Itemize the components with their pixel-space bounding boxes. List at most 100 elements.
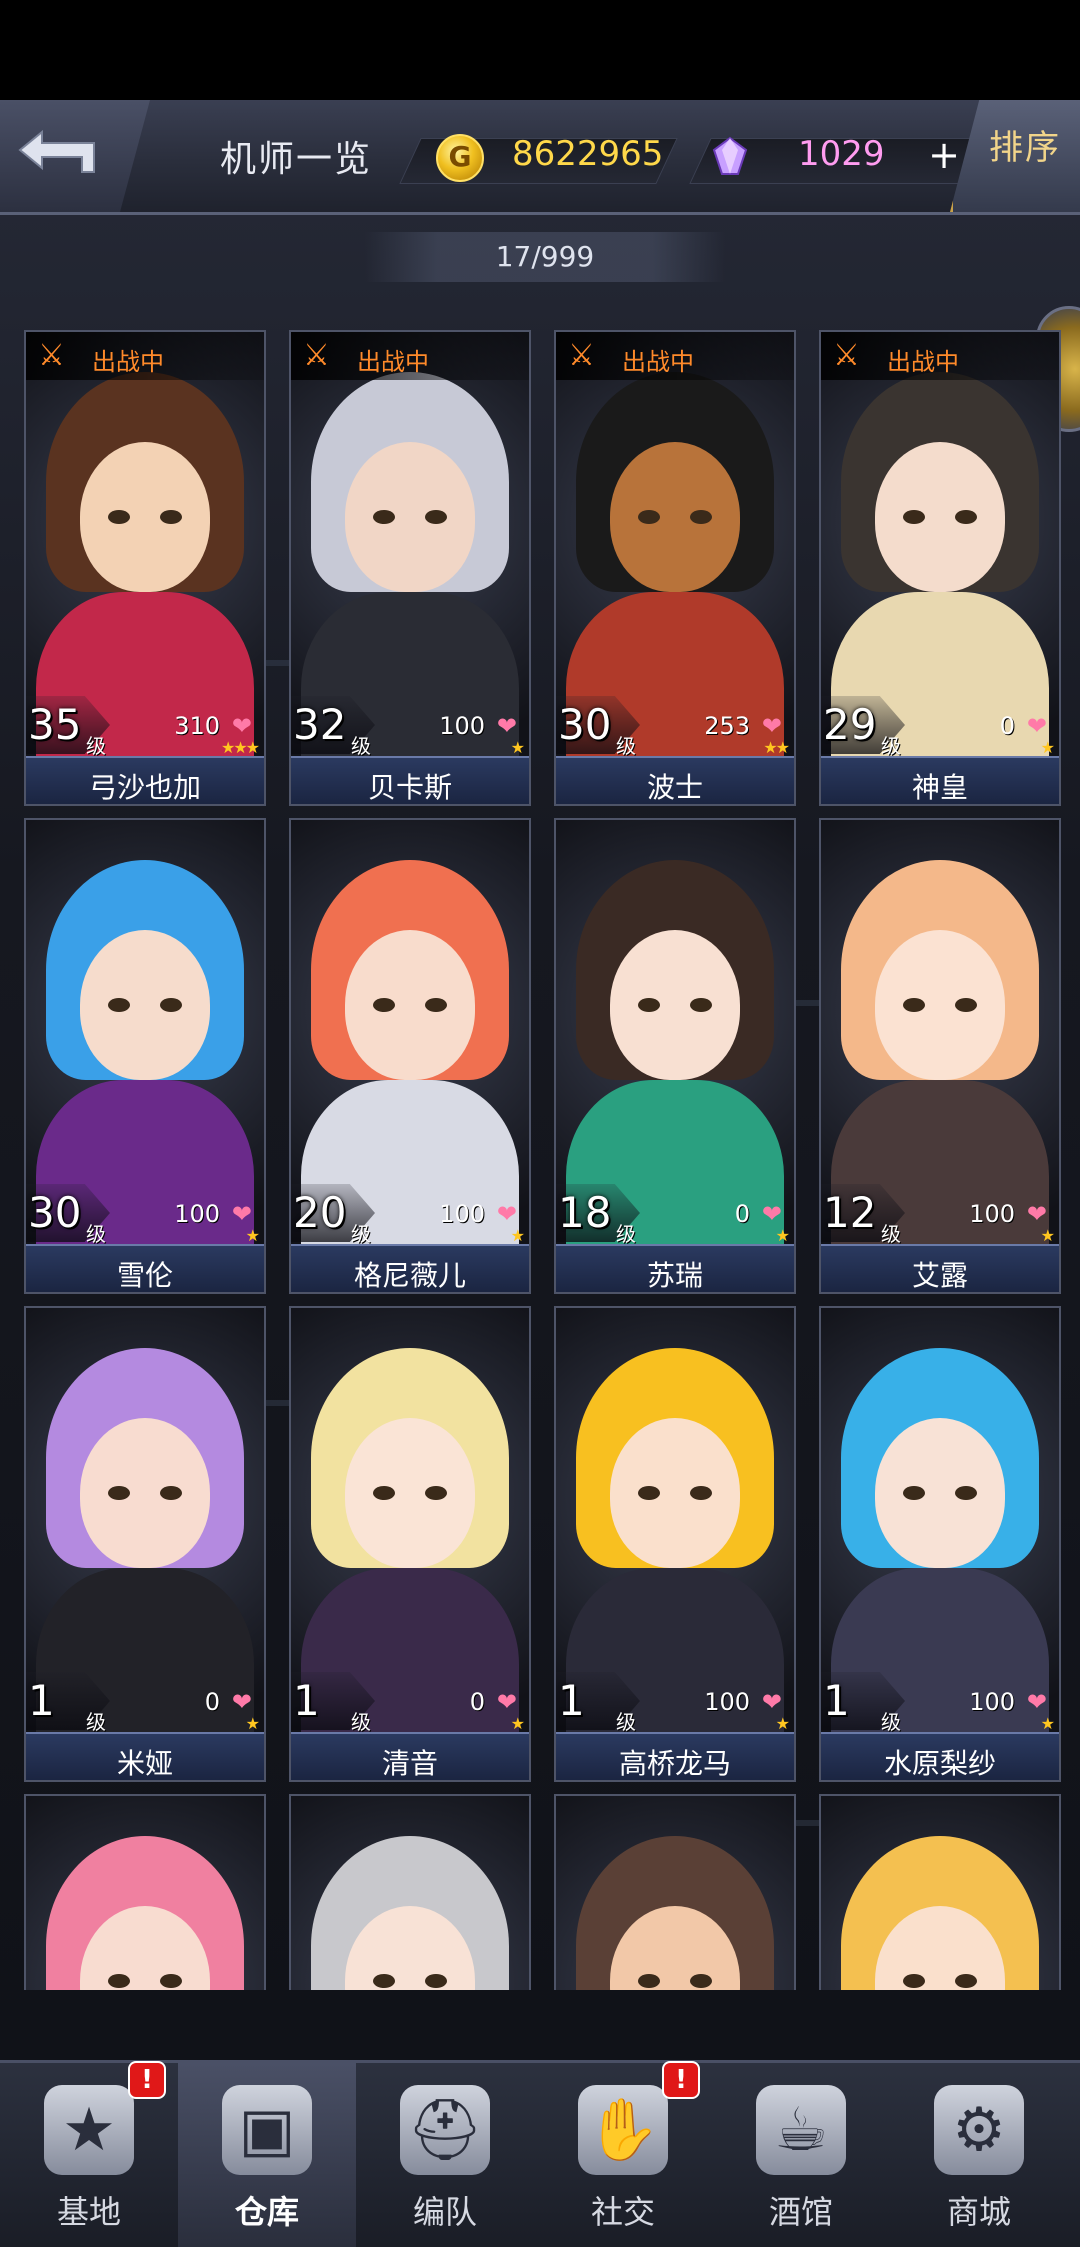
base-star-icon: ★ xyxy=(44,2085,134,2175)
heart-icon: ❤ xyxy=(1026,1688,1047,1716)
rarity-stars: ★★ xyxy=(763,738,790,757)
level-suffix: 级 xyxy=(86,1222,106,1246)
nav-label: 基地 xyxy=(56,2193,121,2231)
pilot-name: 艾露 xyxy=(911,1259,968,1292)
pilot-level: 32 xyxy=(293,700,347,749)
pilot-trust: 0 xyxy=(999,712,1015,740)
pilot-name-bar: 雪伦 xyxy=(26,1244,264,1292)
pilot-card[interactable]: 1 级 0 ❤ ★ 清音 xyxy=(289,1306,531,1782)
pilot-trust: 0 xyxy=(469,1688,485,1716)
pilot-card[interactable] xyxy=(554,1794,796,1990)
nav-item-beer-mug[interactable]: ☕ 酒馆 xyxy=(712,2063,890,2247)
crossed-swords-icon: ⚔ xyxy=(303,338,330,373)
nav-label: 社交 xyxy=(590,2193,655,2231)
deployed-label: 出战中 xyxy=(622,348,694,376)
rarity-stars: ★★★ xyxy=(220,738,260,757)
nav-label: 编队 xyxy=(412,2193,477,2231)
pilot-level: 35 xyxy=(28,700,82,749)
rarity-stars: ★ xyxy=(245,1714,260,1733)
pilot-name: 弓沙也加 xyxy=(88,771,201,804)
pilot-level: 1 xyxy=(293,1676,320,1725)
nav-item-warehouse-box[interactable]: ▣ 仓库 xyxy=(178,2063,356,2247)
heart-icon: ❤ xyxy=(496,1200,517,1228)
pilot-name-bar: 艾露 xyxy=(821,1244,1059,1292)
nav-label: 酒馆 xyxy=(768,2193,833,2231)
pilot-card[interactable]: 30 级 100 ❤ ★ 雪伦 xyxy=(24,818,266,1294)
pilot-level: 12 xyxy=(823,1188,877,1237)
pilot-card[interactable]: 18 级 0 ❤ ★ 苏瑞 xyxy=(554,818,796,1294)
heart-icon: ❤ xyxy=(761,1200,782,1228)
back-button[interactable] xyxy=(0,100,150,212)
pilot-trust: 100 xyxy=(704,1688,750,1716)
heart-icon: ❤ xyxy=(1026,1200,1047,1228)
pilot-level: 29 xyxy=(823,700,877,749)
level-suffix: 级 xyxy=(881,1710,901,1734)
back-arrow-icon xyxy=(18,129,95,173)
level-suffix: 级 xyxy=(616,1222,636,1246)
pilot-card[interactable] xyxy=(819,1794,1061,1990)
level-suffix: 级 xyxy=(86,1710,106,1734)
level-suffix: 级 xyxy=(881,734,901,758)
notification-badge: ! xyxy=(128,2061,166,2099)
add-crystal-button[interactable]: + xyxy=(924,136,964,176)
heart-icon: ❤ xyxy=(231,712,252,740)
pilot-card[interactable]: 1 级 0 ❤ ★ 米娅 xyxy=(24,1306,266,1782)
pilot-count: 17/999 xyxy=(495,240,595,273)
page-title: 机师一览 xyxy=(220,139,373,180)
sort-button[interactable]: 排序 xyxy=(950,100,1080,212)
pilot-name-bar: 苏瑞 xyxy=(556,1244,794,1292)
pilot-trust: 0 xyxy=(204,1688,220,1716)
pilot-trust: 100 xyxy=(439,1200,485,1228)
pilot-card[interactable] xyxy=(24,1794,266,1990)
top-bar: 机师一览 G 8622965 1029 + 排序 xyxy=(0,100,1080,215)
gold-amount: 8622965 xyxy=(512,134,664,174)
heart-icon: ❤ xyxy=(761,1688,782,1716)
rarity-stars: ★ xyxy=(245,1226,260,1245)
rarity-stars: ★ xyxy=(1040,738,1055,757)
pilot-card[interactable]: ⚔ 出战中 35 级 310 ❤ ★★★ 弓沙也加 xyxy=(24,330,266,806)
pilot-trust: 100 xyxy=(969,1688,1015,1716)
pilot-name-bar: 高桥龙马 xyxy=(556,1732,794,1780)
level-suffix: 级 xyxy=(616,1710,636,1734)
pilot-level: 30 xyxy=(558,700,612,749)
pilot-name-bar: 清音 xyxy=(291,1732,529,1780)
pilot-trust: 0 xyxy=(734,1200,750,1228)
level-suffix: 级 xyxy=(616,734,636,758)
pilot-name: 波士 xyxy=(646,771,703,804)
level-suffix: 级 xyxy=(881,1222,901,1246)
nav-item-mech-helmet[interactable]: ⛑ 编队 xyxy=(356,2063,534,2247)
pilot-portrait xyxy=(556,1796,794,1990)
rarity-stars: ★ xyxy=(775,1226,790,1245)
pilot-card[interactable]: 12 级 100 ❤ ★ 艾露 xyxy=(819,818,1061,1294)
rarity-stars: ★ xyxy=(510,1714,525,1733)
crystal-icon xyxy=(712,136,748,175)
nav-item-handshake[interactable]: ✋ 社交! xyxy=(534,2061,712,2247)
pilot-level: 18 xyxy=(558,1188,612,1237)
pilot-card[interactable]: ⚔ 出战中 32 级 100 ❤ ★ 贝卡斯 xyxy=(289,330,531,806)
rarity-stars: ★ xyxy=(510,738,525,757)
pilot-card[interactable]: 1 级 100 ❤ ★ 水原梨纱 xyxy=(819,1306,1061,1782)
nav-item-shop-gear[interactable]: ⚙ 商城 xyxy=(890,2063,1068,2247)
warehouse-box-icon: ▣ xyxy=(222,2085,312,2175)
pilot-card[interactable]: 20 级 100 ❤ ★ 格尼薇儿 xyxy=(289,818,531,1294)
shop-gear-icon: ⚙ xyxy=(934,2085,1024,2175)
pilot-level: 1 xyxy=(558,1676,585,1725)
nav-label: 仓库 xyxy=(234,2193,299,2231)
pilot-card[interactable]: ⚔ 出战中 29 级 0 ❤ ★ 神皇 xyxy=(819,330,1061,806)
mech-helmet-icon: ⛑ xyxy=(400,2085,490,2175)
pilot-level: 1 xyxy=(823,1676,850,1725)
pilot-card[interactable]: 1 级 100 ❤ ★ 高桥龙马 xyxy=(554,1306,796,1782)
pilot-portrait xyxy=(821,1796,1059,1990)
pilot-name: 高桥龙马 xyxy=(618,1747,731,1780)
gold-coin-icon: G xyxy=(436,134,484,182)
level-suffix: 级 xyxy=(86,734,106,758)
deployed-tag: ⚔ 出战中 xyxy=(556,332,794,380)
pilot-trust: 100 xyxy=(969,1200,1015,1228)
pilot-card[interactable] xyxy=(289,1794,531,1990)
rarity-stars: ★ xyxy=(775,1714,790,1733)
pilot-name-bar: 格尼薇儿 xyxy=(291,1244,529,1292)
pilot-name-bar: 弓沙也加 xyxy=(26,756,264,804)
level-suffix: 级 xyxy=(351,1710,371,1734)
nav-item-base-star[interactable]: ★ 基地! xyxy=(0,2061,178,2247)
pilot-card[interactable]: ⚔ 出战中 30 级 253 ❤ ★★ 波士 xyxy=(554,330,796,806)
